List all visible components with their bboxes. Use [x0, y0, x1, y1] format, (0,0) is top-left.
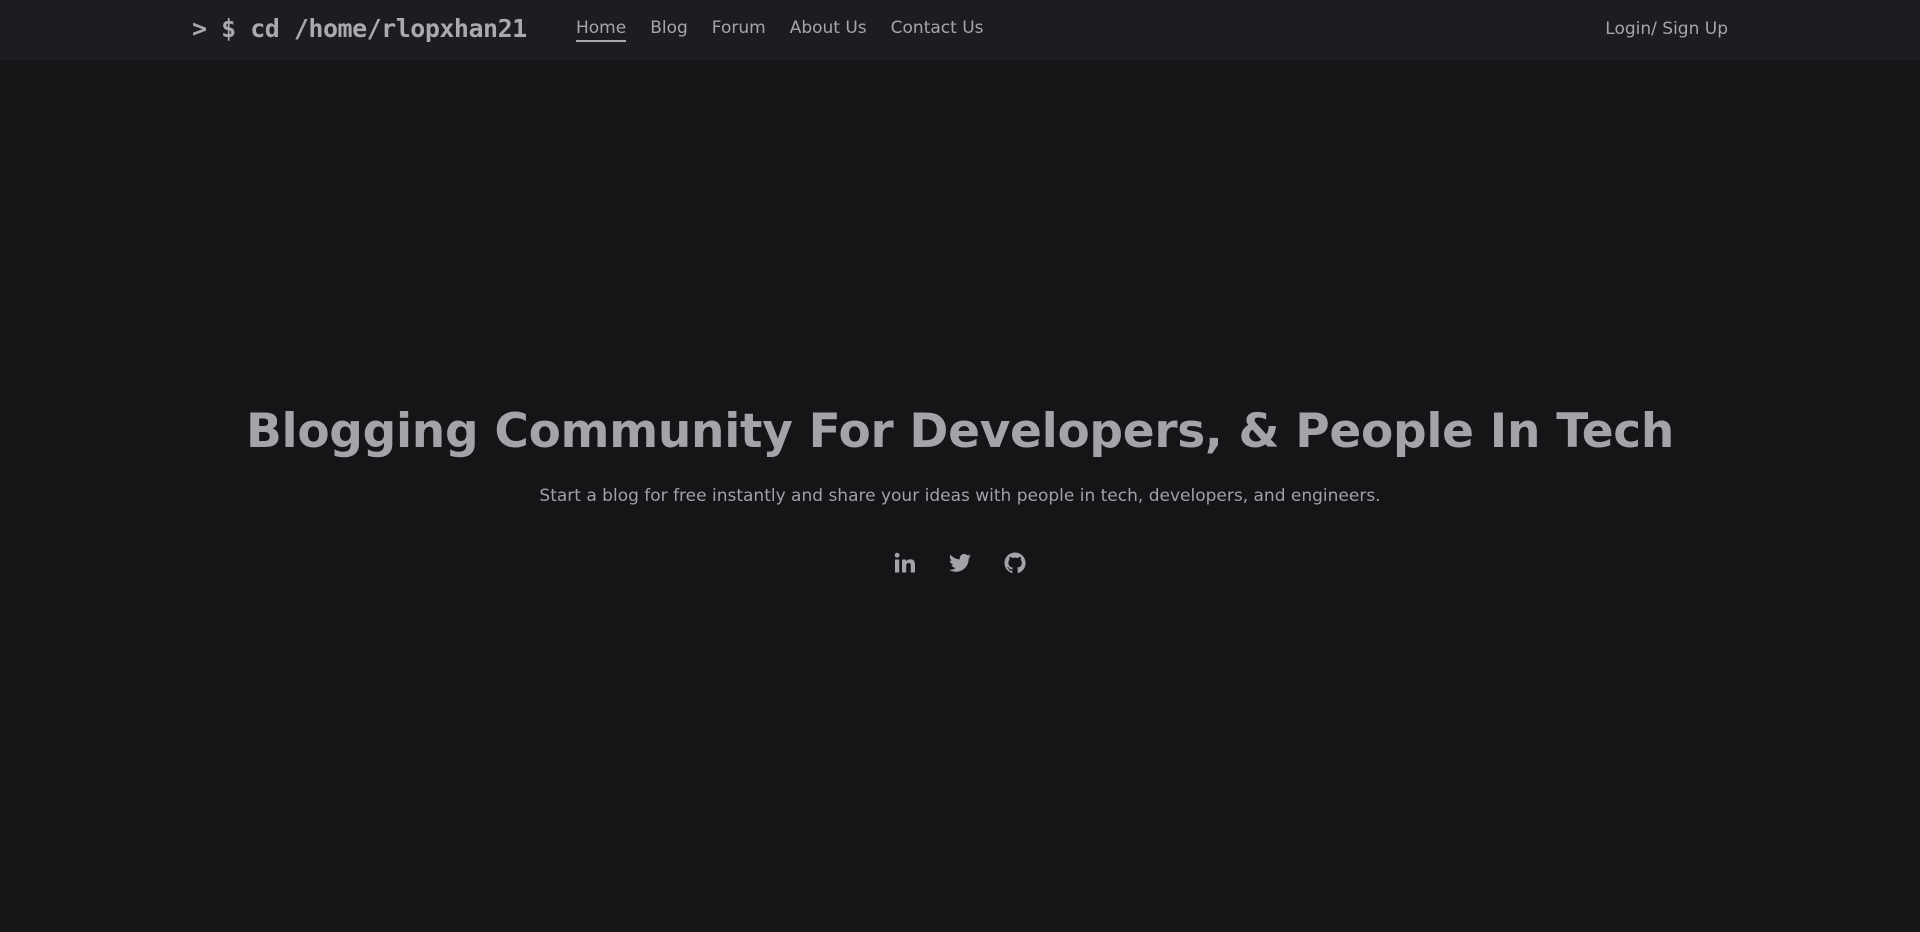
site-logo[interactable]: > $ cd /home/rlopxhan21 [192, 14, 527, 43]
github-icon [1003, 551, 1027, 579]
nav-link-forum[interactable]: Forum [712, 18, 766, 42]
hero-subtitle: Start a blog for free instantly and shar… [539, 486, 1381, 506]
nav-link-blog[interactable]: Blog [650, 18, 688, 42]
navbar: > $ cd /home/rlopxhan21 Home Blog Forum … [0, 0, 1920, 60]
hero-section: Blogging Community For Developers, & Peo… [0, 400, 1920, 577]
main-nav: Home Blog Forum About Us Contact Us [576, 18, 984, 42]
login-signup-link[interactable]: Login/ Sign Up [1605, 19, 1728, 39]
nav-link-contact-us[interactable]: Contact Us [891, 18, 984, 42]
linkedin-icon [893, 551, 917, 579]
linkedin-link[interactable] [893, 551, 917, 579]
nav-link-home[interactable]: Home [576, 18, 627, 42]
twitter-icon [948, 551, 972, 579]
hero-title: Blogging Community For Developers, & Peo… [245, 404, 1675, 459]
social-links [0, 551, 1920, 579]
twitter-link[interactable] [948, 553, 972, 577]
github-link[interactable] [1003, 551, 1027, 579]
nav-link-about-us[interactable]: About Us [790, 18, 867, 42]
